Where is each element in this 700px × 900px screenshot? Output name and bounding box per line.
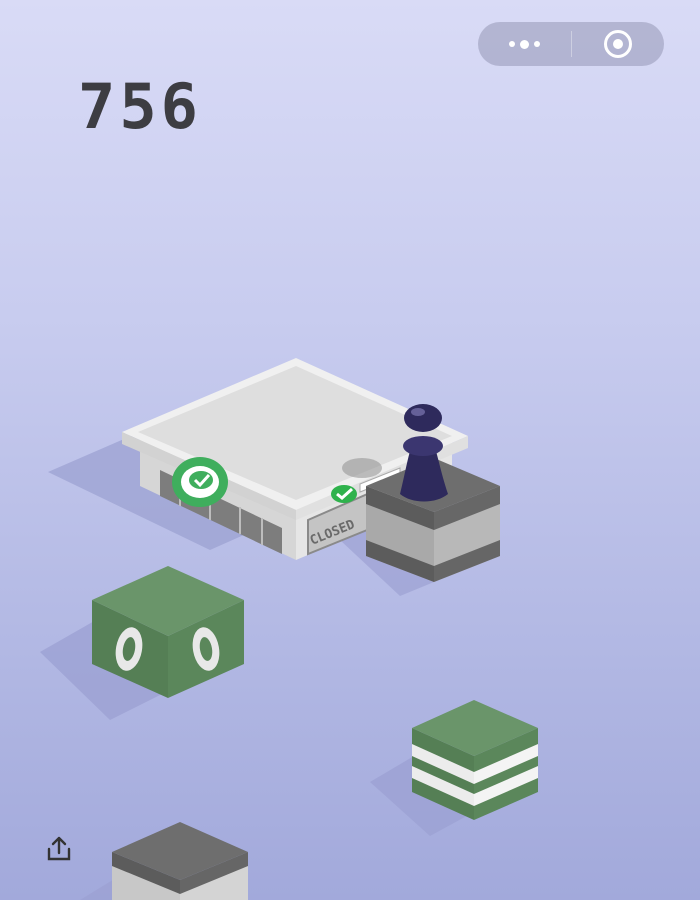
- more-dots-icon: [508, 39, 540, 49]
- share-upload-icon[interactable]: [44, 834, 74, 864]
- score-counter: 756: [78, 70, 202, 143]
- bottom-gray-platform: [112, 822, 248, 900]
- more-button[interactable]: [478, 22, 571, 66]
- mini-program-capsule: [478, 22, 664, 66]
- target-circle-icon: [603, 30, 632, 58]
- close-button[interactable]: [572, 22, 665, 66]
- wechat-pay-logo: [172, 457, 228, 507]
- check-badge-icon: [331, 485, 357, 503]
